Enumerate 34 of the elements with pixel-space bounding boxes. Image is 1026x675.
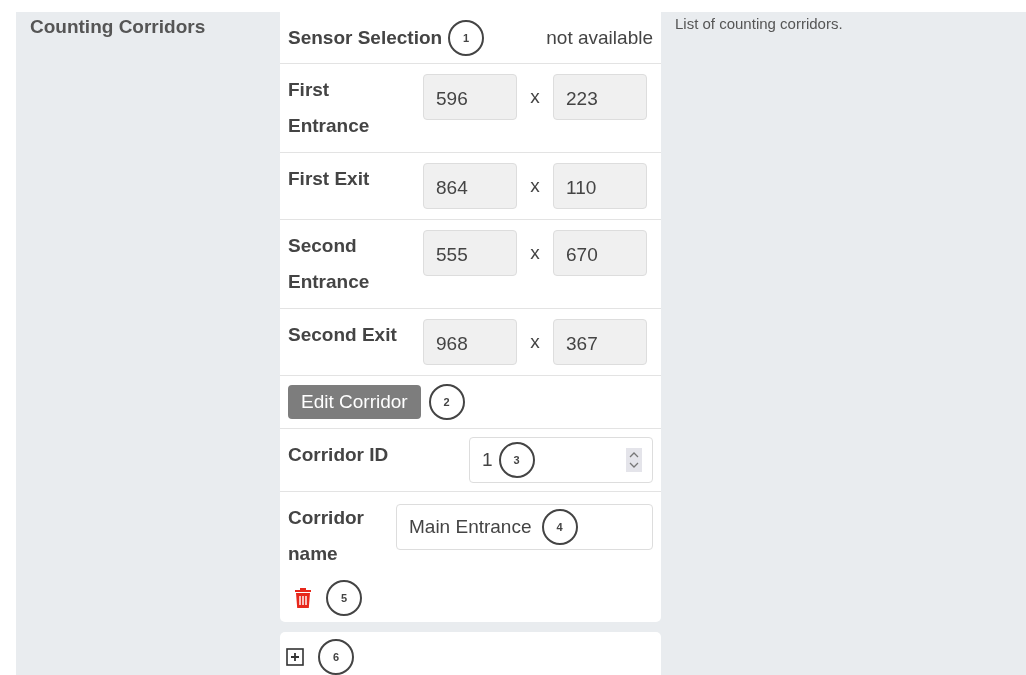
- trash-icon[interactable]: [294, 587, 312, 609]
- coordinate-field[interactable]: 968: [423, 319, 517, 365]
- coordinate-field[interactable]: 223: [553, 74, 647, 120]
- separator-text: x: [529, 241, 541, 265]
- callout-marker: 2: [428, 384, 465, 420]
- coordinate-field[interactable]: 596: [423, 74, 517, 120]
- separator-text: x: [529, 330, 541, 354]
- sensor-value: not available: [546, 26, 653, 49]
- section-title: Counting Corridors: [30, 16, 207, 38]
- coordinate-field[interactable]: 110: [553, 163, 647, 209]
- callout-marker: 3: [498, 442, 535, 478]
- number-field[interactable]: 1 3: [469, 437, 653, 483]
- text-field[interactable]: Main Entrance 4: [396, 504, 653, 550]
- spinner-icon[interactable]: [626, 448, 642, 472]
- field-label: Second Exit: [288, 323, 398, 347]
- section-description: List of counting corridors.: [675, 15, 844, 32]
- callout-marker: 5: [326, 580, 362, 616]
- coordinate-field[interactable]: 864: [423, 163, 517, 209]
- separator-text: x: [529, 174, 541, 198]
- coordinate-field[interactable]: 555: [423, 230, 517, 276]
- edit-corridor-button[interactable]: Edit Corridor: [288, 385, 421, 419]
- plus-square-icon[interactable]: [286, 648, 304, 666]
- field-label: Corridor name: [288, 506, 365, 566]
- separator-text: x: [529, 85, 541, 109]
- callout-marker: 1: [448, 19, 485, 56]
- field-label: First Entrance: [288, 78, 371, 138]
- coordinate-field[interactable]: 670: [553, 230, 647, 276]
- callout-marker: 4: [541, 509, 578, 545]
- field-label: Sensor Selection: [288, 25, 443, 50]
- coordinate-field[interactable]: 367: [553, 319, 647, 365]
- field-label: Second Entrance: [288, 234, 371, 294]
- callout-marker: 6: [318, 639, 354, 675]
- field-label: Corridor ID: [288, 443, 389, 467]
- field-label: First Exit: [288, 167, 371, 191]
